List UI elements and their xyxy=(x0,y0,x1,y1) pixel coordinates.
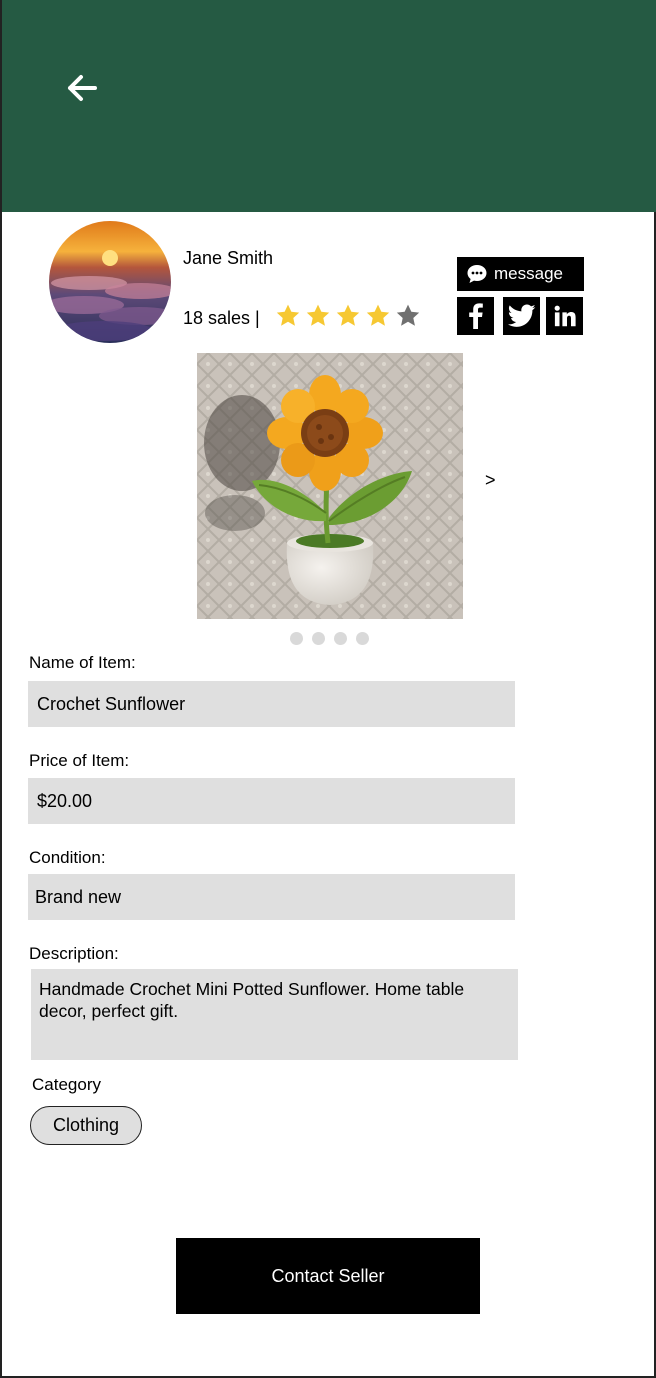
twitter-icon xyxy=(507,304,536,327)
facebook-icon xyxy=(468,303,483,329)
description-field[interactable]: Handmade Crochet Mini Potted Sunflower. … xyxy=(31,969,518,1060)
carousel-dot[interactable] xyxy=(334,632,347,645)
carousel-dot[interactable] xyxy=(356,632,369,645)
message-label: message xyxy=(494,264,563,283)
app-frame: Jane Smith 18 sales | message > Name of … xyxy=(0,0,656,1378)
item-name-field[interactable]: Crochet Sunflower xyxy=(28,681,515,727)
condition-field[interactable]: Brand new xyxy=(28,874,515,920)
facebook-button[interactable] xyxy=(457,297,494,335)
carousel-next-button[interactable]: > xyxy=(485,470,496,491)
contact-seller-button[interactable]: Contact Seller xyxy=(176,1238,480,1314)
item-price-field[interactable]: $20.00 xyxy=(28,778,515,824)
description-label: Description: xyxy=(29,944,119,963)
linkedin-icon xyxy=(554,305,576,327)
carousel-dot[interactable] xyxy=(290,632,303,645)
arrow-left-icon xyxy=(68,75,97,101)
category-label: Category xyxy=(32,1075,101,1094)
chat-bubble-icon xyxy=(467,265,487,283)
seller-name[interactable]: Jane Smith xyxy=(183,248,273,269)
star-filled-icon xyxy=(276,304,300,326)
star-filled-icon xyxy=(336,304,360,326)
item-photo[interactable] xyxy=(197,353,463,619)
rating-stars xyxy=(275,303,421,329)
linkedin-button[interactable] xyxy=(546,297,583,335)
carousel-dot[interactable] xyxy=(312,632,325,645)
item-name-label: Name of Item: xyxy=(29,653,136,672)
star-filled-icon xyxy=(306,304,330,326)
twitter-button[interactable] xyxy=(503,297,540,335)
back-button[interactable] xyxy=(60,66,104,110)
message-button[interactable]: message xyxy=(457,257,584,291)
header-bar xyxy=(2,0,656,212)
category-chip[interactable]: Clothing xyxy=(30,1106,142,1145)
sales-count: 18 sales | xyxy=(183,308,260,328)
carousel-indicator xyxy=(290,632,369,645)
star-filled-icon xyxy=(366,304,390,326)
avatar[interactable] xyxy=(49,221,171,343)
star-empty-icon xyxy=(396,304,420,326)
condition-label: Condition: xyxy=(29,848,106,867)
item-price-label: Price of Item: xyxy=(29,751,130,770)
